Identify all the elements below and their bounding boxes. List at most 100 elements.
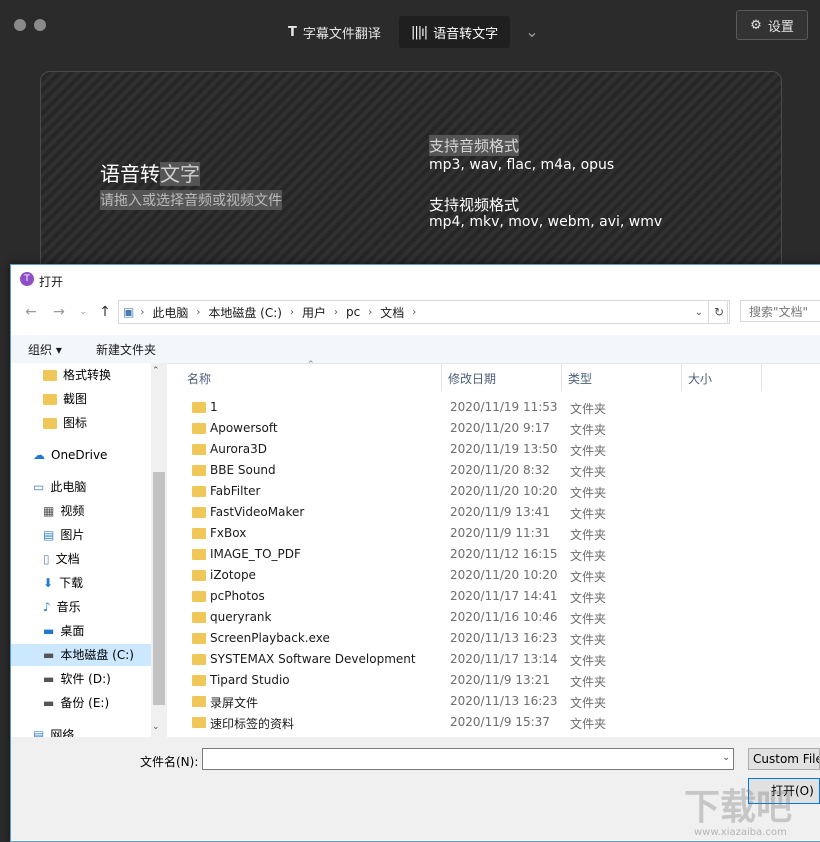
table-row[interactable]: pcPhotos 2020/11/17 14:41 文件夹	[188, 586, 788, 607]
table-row[interactable]: ScreenPlayback.exe 2020/11/13 16:23 文件夹	[188, 628, 788, 649]
folder-icon	[192, 675, 206, 686]
settings-button[interactable]: ⚙ 设置	[736, 10, 808, 40]
folder-icon	[192, 654, 206, 665]
refresh-icon[interactable]: ↻	[708, 300, 730, 324]
folder-icon	[192, 402, 206, 413]
search-input[interactable]: 搜索"文档"	[740, 300, 820, 322]
nav-item-local-disk-c[interactable]: ▬ 本地磁盘 (C:)	[11, 644, 151, 666]
back-arrow-icon[interactable]: ←	[21, 303, 41, 321]
nav-item-pictures[interactable]: ▤ 图片	[43, 524, 84, 546]
organize-button[interactable]: 组织 ▾	[28, 341, 62, 358]
table-row[interactable]: BBE Sound 2020/11/20 8:32 文件夹	[188, 460, 788, 481]
table-row[interactable]: Aurora3D 2020/11/19 13:50 文件夹	[188, 439, 788, 460]
navigation-pane[interactable]: 格式转换 截图 图标 ☁ OneDrive ▭ 此电脑 ▦ 视频 ▤ 图片 ▯ 文档 ⬇ 下…	[11, 363, 151, 737]
chevron-down-icon[interactable]: ⌄	[695, 307, 703, 318]
file-date: 2020/11/20 10:20	[450, 484, 558, 498]
folder-icon	[192, 633, 206, 644]
file-date: 2020/11/9 15:37	[450, 715, 550, 729]
file-name: Tipard Studio	[210, 673, 290, 687]
chevron-down-icon[interactable]: ⌄	[522, 20, 542, 44]
file-type: 文件夹	[570, 444, 607, 458]
address-bar[interactable]: ▣ › 此电脑 › 本地磁盘 (C:) › 用户 › pc › 文档 › ⌄	[118, 300, 728, 324]
table-row[interactable]: Tipard Studio 2020/11/9 13:21 文件夹	[188, 670, 788, 691]
column-date[interactable]: 修改日期	[448, 370, 496, 387]
breadcrumb-this-pc[interactable]: 此电脑	[146, 304, 194, 321]
scroll-up-icon[interactable]: ⌃	[152, 366, 160, 376]
nav-item-format-convert[interactable]: 格式转换	[43, 364, 111, 386]
tab-subtitle-translate[interactable]: T 字幕文件翻译	[276, 16, 393, 48]
breadcrumb-local-disk[interactable]: 本地磁盘 (C:)	[202, 304, 288, 321]
video-formats-heading: 支持视频格式	[429, 196, 520, 214]
file-name: 录屏文件	[210, 696, 259, 710]
table-row[interactable]: SYSTEMAX Software Development 2020/11/17 …	[188, 649, 788, 670]
table-row[interactable]: FastVideoMaker 2020/11/9 13:41 文件夹	[188, 502, 788, 523]
breadcrumb-users[interactable]: 用户	[296, 304, 332, 321]
up-arrow-icon[interactable]: ↑	[95, 303, 115, 321]
nav-item-onedrive[interactable]: ☁ OneDrive	[33, 444, 107, 466]
document-icon: ▯	[43, 552, 50, 566]
recent-chevron-icon[interactable]: ⌄	[73, 303, 93, 321]
tab-speech-to-text[interactable]: |||ı| 语音转文字	[399, 16, 511, 48]
nav-item-screenshots[interactable]: 截图	[43, 388, 87, 410]
file-name: 速印标签的资料	[210, 717, 295, 731]
nav-scrollbar-thumb[interactable]	[153, 472, 165, 705]
file-date: 2020/11/9 11:31	[450, 526, 550, 540]
file-list-header: ⌃ 名称 修改日期 类型 大小	[181, 360, 781, 390]
filename-input[interactable]	[202, 748, 734, 770]
file-name: ScreenPlayback.exe	[210, 631, 330, 645]
filetype-select[interactable]: Custom Files	[748, 748, 820, 770]
scroll-down-icon[interactable]: ⌄	[152, 722, 160, 732]
nav-item-drive-e[interactable]: ▬ 备份 (E:)	[43, 692, 109, 714]
download-icon: ⬇	[43, 576, 54, 590]
breadcrumb-pc[interactable]: pc	[340, 305, 366, 319]
nav-item-documents[interactable]: ▯ 文档	[43, 548, 80, 570]
table-row[interactable]: 速印标签的资料 2020/11/9 15:37 文件夹	[188, 712, 788, 733]
table-row[interactable]: IMAGE_TO_PDF 2020/11/12 16:15 文件夹	[188, 544, 788, 565]
nav-item-videos[interactable]: ▦ 视频	[43, 500, 84, 522]
table-row[interactable]: 录屏文件 2020/11/13 16:23 文件夹	[188, 691, 788, 712]
nav-item-this-pc[interactable]: ▭ 此电脑	[33, 476, 86, 498]
breadcrumb-documents[interactable]: 文档	[374, 304, 410, 321]
folder-icon	[192, 486, 206, 497]
app-logo-icon: T	[20, 272, 34, 286]
window-close-dot[interactable]	[14, 19, 26, 31]
window-minimize-dot[interactable]	[34, 19, 46, 31]
file-name: Apowersoft	[210, 421, 278, 435]
video-formats-list: mp4, mkv, mov, webm, avi, wmv	[429, 214, 663, 230]
nav-item-icons[interactable]: 图标	[43, 412, 87, 434]
folder-icon	[192, 570, 206, 581]
watermark-logo: 下载吧	[684, 787, 793, 828]
chevron-down-icon[interactable]: ⌄	[722, 752, 730, 763]
forward-arrow-icon[interactable]: →	[49, 303, 69, 321]
table-row[interactable]: FxBox 2020/11/9 11:31 文件夹	[188, 523, 788, 544]
file-date: 2020/11/19 11:53	[450, 400, 558, 414]
nav-item-music[interactable]: ♪ 音乐	[43, 596, 81, 618]
table-row[interactable]: Apowersoft 2020/11/20 9:17 文件夹	[188, 418, 788, 439]
new-folder-button[interactable]: 新建文件夹	[96, 341, 156, 358]
file-name: IMAGE_TO_PDF	[210, 547, 301, 561]
table-row[interactable]: FabFilter 2020/11/20 10:20 文件夹	[188, 481, 788, 502]
table-row[interactable]: iZotope 2020/11/20 10:20 文件夹	[188, 565, 788, 586]
audio-formats-list: mp3, wav, flac, m4a, opus	[429, 157, 615, 173]
file-date: 2020/11/17 13:14	[450, 652, 558, 666]
text-icon: T	[288, 24, 297, 40]
table-row[interactable]: 1 2020/11/19 11:53 文件夹	[188, 397, 788, 418]
tab-label: 语音转文字	[433, 26, 499, 42]
file-name: pcPhotos	[210, 589, 265, 603]
nav-item-drive-d[interactable]: ▬ 软件 (D:)	[43, 668, 111, 690]
file-name: iZotope	[210, 568, 256, 582]
column-size[interactable]: 大小	[688, 370, 712, 387]
column-name[interactable]: 名称	[187, 370, 211, 387]
file-name: 1	[210, 400, 218, 414]
file-type: 文件夹	[570, 465, 607, 479]
drive-icon: ▬	[43, 672, 55, 686]
folder-icon	[192, 612, 206, 623]
nav-item-desktop[interactable]: ▬ 桌面	[43, 620, 84, 642]
column-type[interactable]: 类型	[568, 370, 592, 387]
nav-item-network[interactable]: ▤ 网络	[33, 724, 74, 737]
table-row[interactable]: queryrank 2020/11/16 10:46 文件夹	[188, 607, 788, 628]
sort-indicator-icon: ⌃	[307, 360, 315, 370]
watermark-url: www.xiazaiba.com	[694, 827, 787, 838]
folder-icon	[192, 423, 206, 434]
nav-item-downloads[interactable]: ⬇ 下载	[43, 572, 83, 594]
